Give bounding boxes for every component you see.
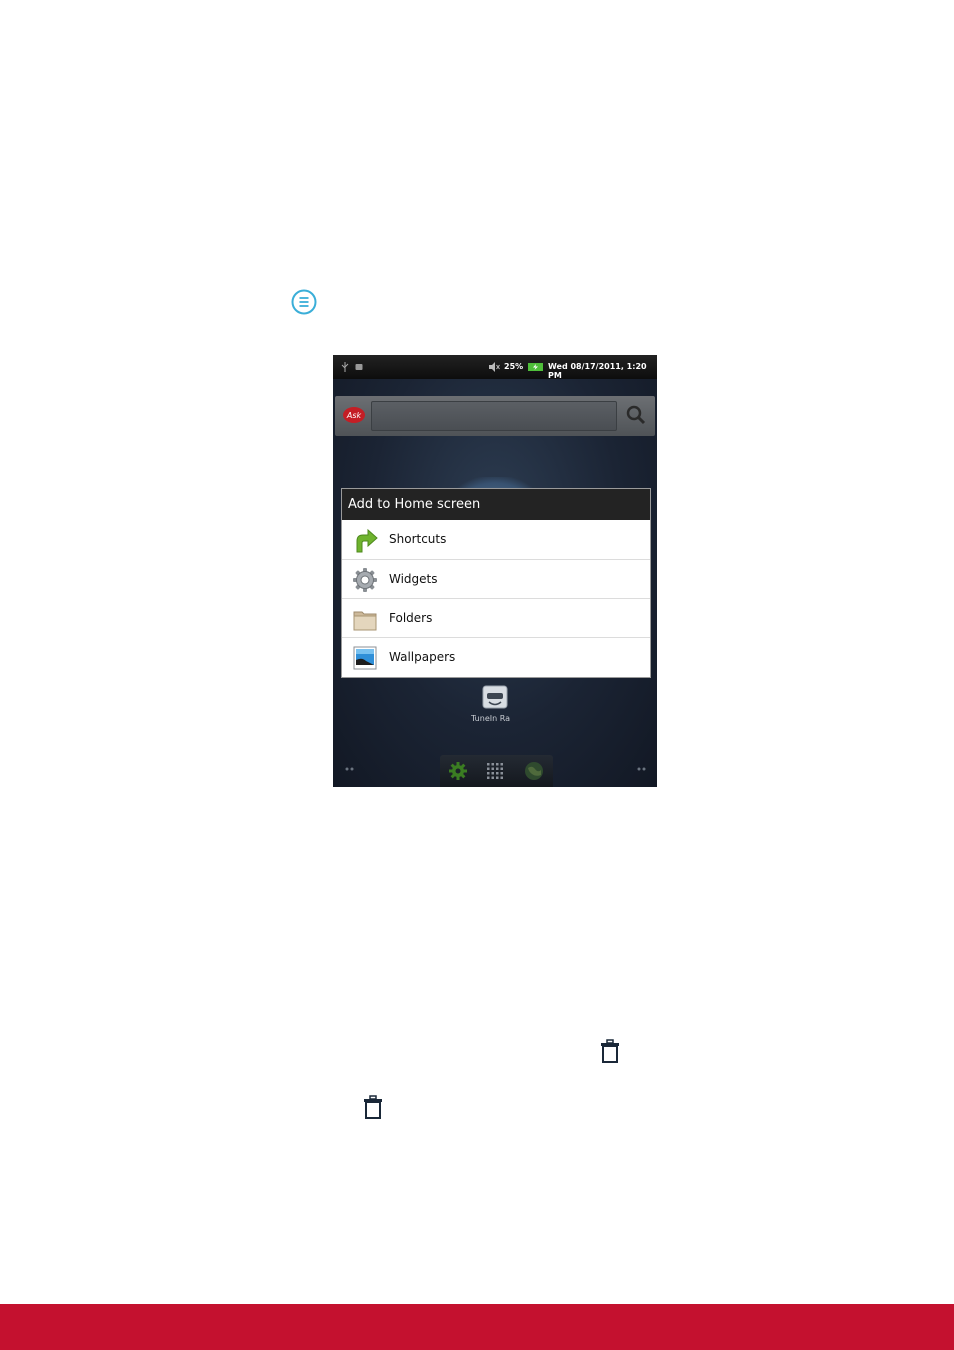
status-bar: 25% Wed 08/17/2011, 1:20 PM [333, 355, 657, 380]
tunein-radio-app-icon[interactable] [481, 683, 509, 711]
android-debug-icon [355, 364, 363, 370]
settings-gear-icon[interactable] [448, 761, 468, 781]
gear-icon [353, 568, 377, 592]
menu-item-label: Wallpapers [389, 650, 456, 664]
trash-icon [601, 1039, 619, 1063]
menu-item-shortcuts[interactable]: Shortcuts [342, 520, 650, 559]
status-datetime: Wed 08/17/2011, 1:20 PM [548, 362, 647, 380]
search-icon[interactable] [625, 404, 647, 426]
search-widget[interactable]: Ask [335, 396, 655, 436]
menu-item-folders[interactable]: Folders [342, 598, 650, 638]
menu-icon [291, 289, 317, 315]
app-label-tunein: TuneIn Ra [471, 714, 510, 723]
svg-text:Ask: Ask [346, 411, 362, 420]
page-indicator-left [345, 767, 354, 771]
folder-icon [353, 611, 377, 631]
volume-muted-icon [489, 362, 500, 372]
menu-item-wallpapers[interactable]: Wallpapers [342, 637, 650, 677]
search-input[interactable] [371, 401, 617, 431]
add-to-home-dialog: Add to Home screen Shortcuts Widgets Fol… [341, 488, 651, 678]
browser-globe-icon[interactable] [524, 761, 544, 781]
menu-item-label: Widgets [389, 572, 438, 586]
page-indicator-right [637, 767, 646, 771]
app-drawer-grid-icon[interactable] [486, 762, 504, 780]
battery-percentage: 25% [504, 362, 524, 371]
home-dock [440, 755, 553, 787]
trash-icon [364, 1095, 382, 1119]
ask-logo: Ask [343, 407, 365, 423]
tablet-screenshot: 25% Wed 08/17/2011, 1:20 PM Ask Add to H… [333, 355, 657, 787]
shortcut-arrow-icon [356, 528, 378, 553]
menu-item-label: Folders [389, 611, 433, 625]
battery-charging-icon [528, 363, 543, 371]
usb-icon [341, 362, 349, 372]
dialog-title: Add to Home screen [348, 497, 481, 512]
dialog-title-bar: Add to Home screen [342, 489, 650, 520]
wallpaper-icon [353, 646, 377, 670]
menu-item-widgets[interactable]: Widgets [342, 559, 650, 599]
footer-bar [0, 1304, 954, 1350]
menu-item-label: Shortcuts [389, 532, 447, 546]
